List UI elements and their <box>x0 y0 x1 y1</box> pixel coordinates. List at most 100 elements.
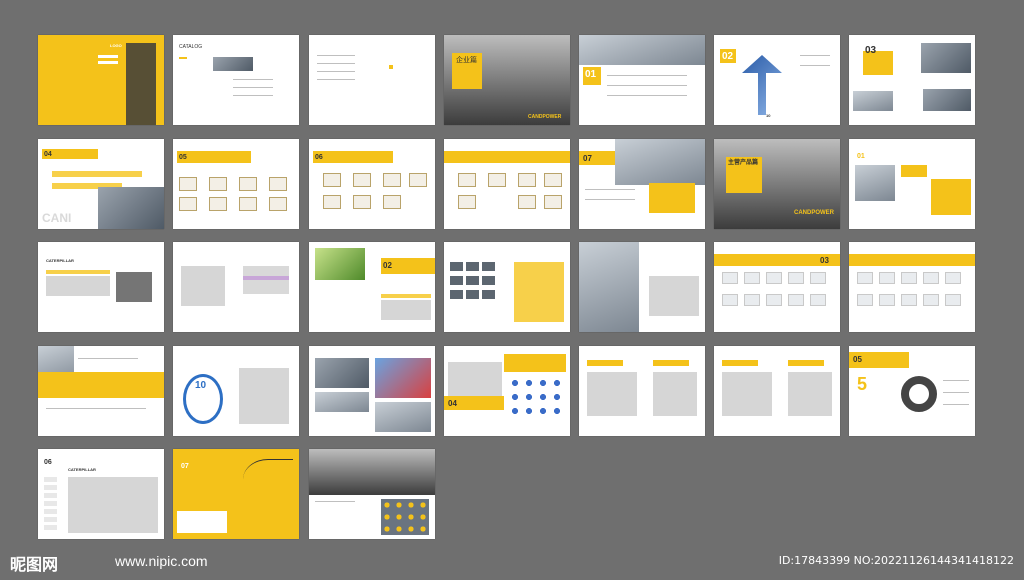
certificate <box>383 173 401 187</box>
partners-brand: CATERPILLAR <box>68 467 96 472</box>
certificate <box>488 173 506 187</box>
page-certificates-07[interactable] <box>444 139 570 229</box>
catalog-photo <box>213 57 253 71</box>
page-product-grid[interactable] <box>444 242 570 332</box>
page-certificates-05[interactable]: 05 <box>173 139 299 229</box>
partners-number: 06 <box>44 459 52 466</box>
intro-text-line <box>317 55 355 56</box>
cert2-header-bar <box>313 151 393 163</box>
product-tile <box>482 290 495 299</box>
certificate <box>544 173 562 187</box>
service-big-number: 5 <box>857 374 868 394</box>
series2-header-bar <box>849 254 975 266</box>
profile-number: 01 <box>585 69 597 80</box>
cover-title-line <box>98 55 118 58</box>
honor-medal-row <box>52 171 142 177</box>
cert3-header-bar <box>444 151 570 163</box>
product-tile <box>450 276 463 285</box>
page-spec-table-2[interactable] <box>173 242 299 332</box>
project-crrc-photo <box>375 358 431 398</box>
project-photo-3 <box>375 402 431 432</box>
page-back-cover[interactable] <box>309 449 435 539</box>
cover-logo: LOGO <box>110 43 122 48</box>
workshop-photo <box>579 242 639 332</box>
service-ring-graphic <box>901 376 937 412</box>
page-honor-04[interactable]: 04 CANI <box>38 139 164 229</box>
pipeline-yellow-band <box>38 372 164 398</box>
page-generator-01[interactable]: 01 <box>849 139 975 229</box>
certificate <box>239 197 257 211</box>
certificate <box>269 197 287 211</box>
product-tile <box>450 262 463 271</box>
service-text-line-2 <box>943 392 969 393</box>
project-photo-2 <box>315 392 369 412</box>
products-brand: CANDPOWER <box>794 210 834 216</box>
product-thumb <box>945 272 961 284</box>
pumps-blue-products <box>508 376 564 416</box>
page-catalog[interactable]: CATALOG <box>173 35 299 125</box>
series-number: 03 <box>820 256 829 265</box>
contact-info-card <box>177 511 227 533</box>
spec2-table <box>181 266 225 306</box>
page-fittings[interactable]: 10 <box>173 346 299 436</box>
page-cover[interactable]: LOGO <box>38 35 164 125</box>
pipeline-text-line <box>78 358 138 359</box>
page-factory-07[interactable]: 07 <box>579 139 705 229</box>
page-pumps-04[interactable]: 04 <box>444 346 570 436</box>
page-pumps-grid[interactable] <box>579 346 705 436</box>
catalog-divider <box>233 79 273 80</box>
page-products-section[interactable]: 主营产品篇 CANDPOWER <box>714 139 840 229</box>
page-contact-07[interactable]: 07 <box>173 449 299 539</box>
page-partners-06[interactable]: 06 CATERPILLAR <box>38 449 164 539</box>
cover-title-line-2 <box>98 61 118 64</box>
page-spec-table[interactable]: CATERPILLAR <box>38 242 164 332</box>
culture-handshake-photo <box>923 89 971 111</box>
generator-photo <box>855 165 895 201</box>
spec-table-body <box>46 276 110 296</box>
page-pipeline[interactable] <box>38 346 164 436</box>
factory-yellow-box <box>649 183 695 213</box>
factory-floor-photo <box>615 139 705 185</box>
certificate <box>518 173 536 187</box>
page-profile-01[interactable]: 01 <box>579 35 705 125</box>
pumps-grid-label <box>587 360 623 366</box>
factory-text-line <box>585 189 635 190</box>
partner-logo <box>44 501 57 506</box>
spec2-highlight-row <box>243 276 289 280</box>
page-service-05[interactable]: 05 5 <box>849 346 975 436</box>
generator-number: 01 <box>857 153 865 160</box>
spec-engine-photo <box>116 272 152 302</box>
product-thumb <box>901 294 917 306</box>
page-strategy-02[interactable]: 02 10 <box>714 35 840 125</box>
product-thumb <box>788 272 804 284</box>
page-valves-grid[interactable] <box>714 346 840 436</box>
certificate <box>209 177 227 191</box>
certificate <box>353 173 371 187</box>
product-thumb <box>923 294 939 306</box>
page-company-section[interactable]: 企业篇 CANDPOWER <box>444 35 570 125</box>
page-series-03b[interactable] <box>849 242 975 332</box>
product-thumb <box>722 294 738 306</box>
pumps-grid-label-2 <box>653 360 689 366</box>
page-projects[interactable] <box>309 346 435 436</box>
fittings-parts-grid <box>239 368 289 424</box>
valves-grid-right <box>788 372 832 416</box>
certificate <box>409 173 427 187</box>
page-series-03[interactable]: 03 <box>714 242 840 332</box>
page-genset-02[interactable]: 02 <box>309 242 435 332</box>
product-tile <box>450 290 463 299</box>
strategy-number: 02 <box>722 51 734 62</box>
product-thumb <box>923 272 939 284</box>
page-intro-text[interactable] <box>309 35 435 125</box>
page-certificates-06[interactable]: 06 <box>309 139 435 229</box>
product-tile <box>466 290 479 299</box>
partner-logo <box>44 517 57 522</box>
watermark-brand: 昵图网 <box>10 555 59 574</box>
service-text-line <box>943 380 969 381</box>
certificate <box>323 195 341 209</box>
page-workshop[interactable] <box>579 242 705 332</box>
spec2-table-right <box>243 266 289 294</box>
product-thumb <box>788 294 804 306</box>
page-culture-03[interactable]: 03 <box>849 35 975 125</box>
intro-accent-dot <box>389 65 393 69</box>
